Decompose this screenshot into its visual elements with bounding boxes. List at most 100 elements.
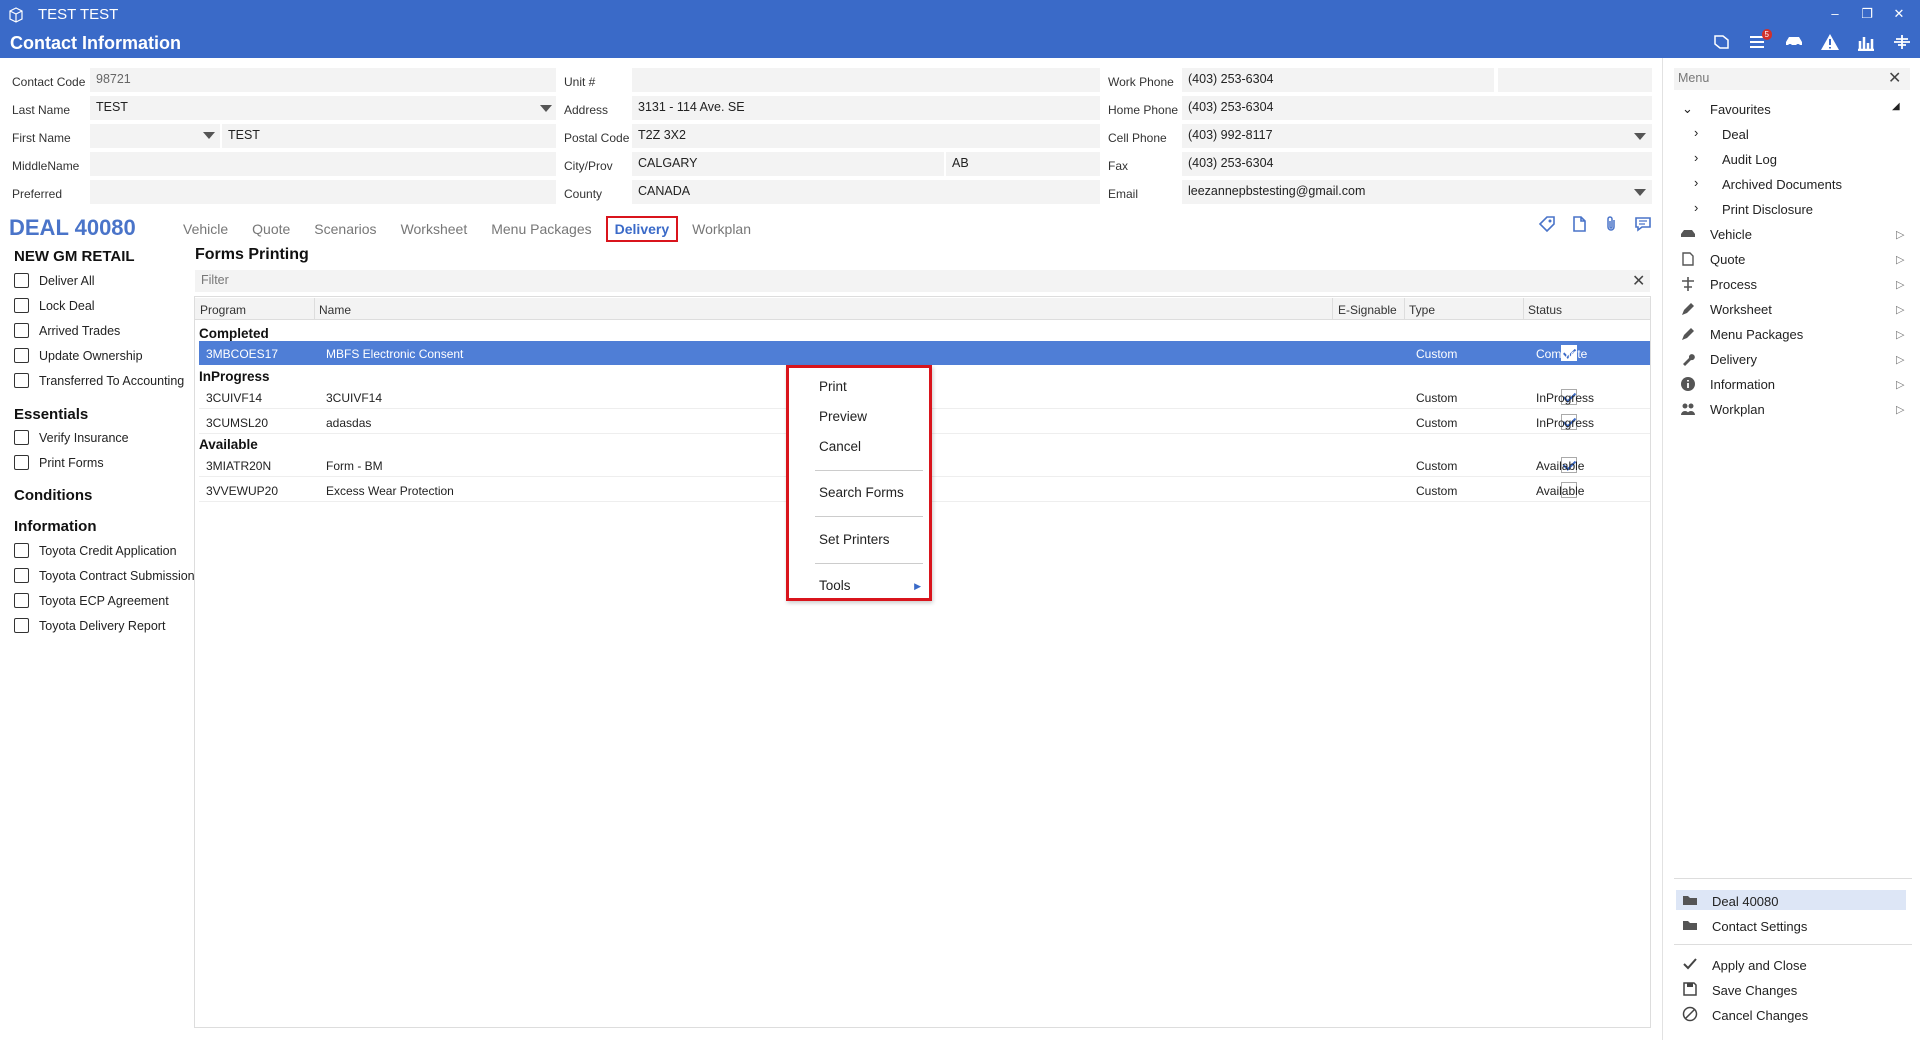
checkbox[interactable] xyxy=(14,323,29,338)
comment-icon[interactable] xyxy=(1634,215,1652,233)
table-row[interactable]: 3MBCOES17 MBFS Electronic Consent Custom… xyxy=(199,341,1650,365)
car-icon[interactable] xyxy=(1784,33,1804,51)
preferred-field[interactable] xyxy=(90,180,556,204)
col-program[interactable]: Program xyxy=(200,303,246,317)
work-phone-field[interactable]: (403) 253-6304 xyxy=(1182,68,1494,92)
work-phone-ext-field[interactable] xyxy=(1498,68,1652,92)
county-field[interactable]: CANADA xyxy=(632,180,1100,204)
apply-and-close-button[interactable]: Apply and Close xyxy=(1712,958,1807,973)
menu-item-cancel[interactable]: Cancel xyxy=(819,439,861,454)
tab-delivery[interactable]: Delivery xyxy=(605,216,679,242)
menu-item-preview[interactable]: Preview xyxy=(819,409,867,424)
chevron-down-icon[interactable]: ⌄ xyxy=(1682,101,1693,117)
menu-fav-deal[interactable]: Deal xyxy=(1722,127,1749,142)
menu-fav-audit-log[interactable]: Audit Log xyxy=(1722,152,1777,167)
checklist-item[interactable]: Toyota Credit Application xyxy=(14,543,177,558)
menu-favourites[interactable]: Favourites xyxy=(1710,102,1771,117)
checklist-item[interactable]: Lock Deal xyxy=(14,298,95,313)
checklist-item[interactable]: Toyota Contract Submission xyxy=(14,568,195,583)
contact-code-field[interactable]: 98721 xyxy=(90,68,556,92)
checklist-item[interactable]: Print Forms xyxy=(14,455,104,470)
menu-delivery[interactable]: Delivery xyxy=(1710,352,1757,367)
save-changes-button[interactable]: Save Changes xyxy=(1712,983,1797,998)
tag-icon[interactable] xyxy=(1538,215,1556,233)
tab-worksheet[interactable]: Worksheet xyxy=(401,221,468,242)
tab-menu-packages[interactable]: Menu Packages xyxy=(491,221,591,242)
checklist-item[interactable]: Transferred To Accounting xyxy=(14,373,184,388)
tab-scenarios[interactable]: Scenarios xyxy=(314,221,376,242)
document-icon[interactable] xyxy=(1570,215,1588,233)
menu-item-print[interactable]: Print xyxy=(819,379,847,394)
book-icon[interactable] xyxy=(1712,33,1732,51)
last-name-dropdown-icon[interactable] xyxy=(540,105,552,112)
menu-item-search-forms[interactable]: Search Forms xyxy=(819,485,904,500)
cell-phone-dropdown-icon[interactable] xyxy=(1634,133,1646,140)
warning-icon[interactable] xyxy=(1820,33,1840,51)
checklist-item[interactable]: Arrived Trades xyxy=(14,323,120,338)
tab-vehicle[interactable]: Vehicle xyxy=(183,221,228,242)
checkbox[interactable] xyxy=(14,298,29,313)
checkbox[interactable] xyxy=(14,455,29,470)
checkbox[interactable] xyxy=(14,273,29,288)
checkbox[interactable] xyxy=(14,543,29,558)
menu-contact-settings[interactable]: Contact Settings xyxy=(1712,919,1807,934)
menu-worksheet[interactable]: Worksheet xyxy=(1710,302,1772,317)
tab-workplan[interactable]: Workplan xyxy=(692,221,751,242)
list-icon[interactable]: 5 xyxy=(1748,29,1772,51)
menu-menu-packages[interactable]: Menu Packages xyxy=(1710,327,1803,342)
checkbox[interactable] xyxy=(14,430,29,445)
menu-search-input[interactable]: Menu xyxy=(1674,68,1910,90)
col-type[interactable]: Type xyxy=(1409,303,1435,317)
dashboard-icon[interactable] xyxy=(1892,33,1912,51)
menu-item-tools[interactable]: Tools xyxy=(819,578,851,593)
first-name-field[interactable]: TEST xyxy=(222,124,556,148)
checklist-item[interactable]: Toyota ECP Agreement xyxy=(14,593,169,608)
menu-workplan[interactable]: Workplan xyxy=(1710,402,1765,417)
salutation-select[interactable] xyxy=(90,124,220,148)
city-field[interactable]: CALGARY xyxy=(632,152,944,176)
tab-quote[interactable]: Quote xyxy=(252,221,290,242)
menu-item-set-printers[interactable]: Set Printers xyxy=(819,532,890,547)
email-dropdown-icon[interactable] xyxy=(1634,189,1646,196)
col-esignable[interactable]: E-Signable xyxy=(1338,303,1397,317)
menu-quote[interactable]: Quote xyxy=(1710,252,1745,267)
salutation-dropdown-icon[interactable] xyxy=(203,132,215,139)
province-field[interactable]: AB xyxy=(946,152,1100,176)
checkbox[interactable] xyxy=(14,593,29,608)
postal-code-field[interactable]: T2Z 3X2 xyxy=(632,124,1100,148)
col-name[interactable]: Name xyxy=(319,303,351,317)
checkbox[interactable] xyxy=(14,348,29,363)
paperclip-icon[interactable] xyxy=(1602,215,1620,233)
checklist-item[interactable]: Verify Insurance xyxy=(14,430,129,445)
filter-input[interactable]: Filter xyxy=(195,270,1650,292)
checkbox[interactable] xyxy=(14,568,29,583)
checkbox[interactable] xyxy=(14,618,29,633)
favourites-collapse-icon[interactable]: ◢ xyxy=(1892,101,1900,112)
minimize-button[interactable]: – xyxy=(1826,6,1844,22)
fax-field[interactable]: (403) 253-6304 xyxy=(1182,152,1652,176)
col-status[interactable]: Status xyxy=(1528,303,1562,317)
menu-process[interactable]: Process xyxy=(1710,277,1757,292)
menu-vehicle[interactable]: Vehicle xyxy=(1710,227,1752,242)
close-button[interactable]: ✕ xyxy=(1890,6,1908,22)
checklist-item[interactable]: Deliver All xyxy=(14,273,95,288)
restore-button[interactable]: ❐ xyxy=(1858,6,1876,22)
checklist-item[interactable]: Toyota Delivery Report xyxy=(14,618,165,633)
clear-filter-icon[interactable]: ✕ xyxy=(1632,271,1645,291)
last-name-field[interactable]: TEST xyxy=(90,96,556,120)
cell-phone-field[interactable]: (403) 992-8117 xyxy=(1182,124,1652,148)
close-menu-icon[interactable]: ✕ xyxy=(1888,68,1901,88)
menu-fav-print-disclosure[interactable]: Print Disclosure xyxy=(1722,202,1813,217)
unit-field[interactable] xyxy=(632,68,1100,92)
address-field[interactable]: 3131 - 114 Ave. SE xyxy=(632,96,1100,120)
middle-name-field[interactable] xyxy=(90,152,556,176)
menu-deal-40080[interactable]: Deal 40080 xyxy=(1712,894,1779,909)
home-phone-field[interactable]: (403) 253-6304 xyxy=(1182,96,1652,120)
chart-icon[interactable] xyxy=(1856,33,1876,52)
checkbox[interactable] xyxy=(14,373,29,388)
cancel-changes-button[interactable]: Cancel Changes xyxy=(1712,1008,1808,1023)
menu-information[interactable]: Information xyxy=(1710,377,1775,392)
menu-fav-archived-documents[interactable]: Archived Documents xyxy=(1722,177,1842,192)
checklist-item[interactable]: Update Ownership xyxy=(14,348,143,363)
email-field[interactable]: leezannepbstesting@gmail.com xyxy=(1182,180,1652,204)
